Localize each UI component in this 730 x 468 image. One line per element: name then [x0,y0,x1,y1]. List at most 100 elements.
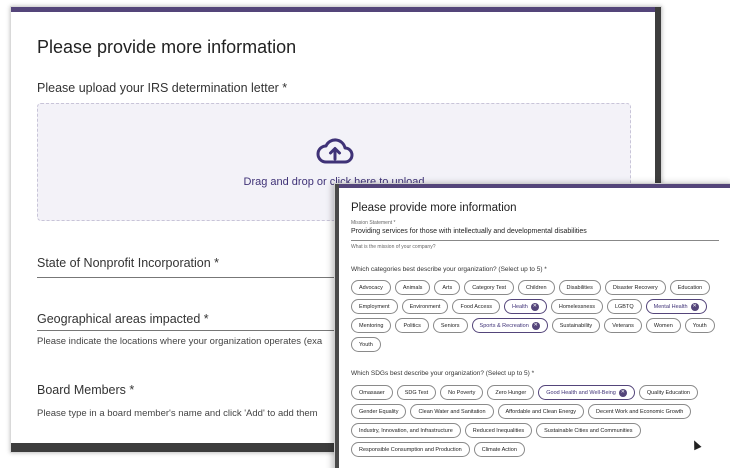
foreground-form-window: Please provide more information Mission … [334,183,730,468]
category-chip[interactable]: Environment [401,299,449,314]
category-chip[interactable]: Seniors [432,318,468,333]
category-chip[interactable]: Politics [395,318,429,333]
sdg-chip[interactable]: Quality Education [638,385,698,400]
category-chip[interactable]: Animals [394,280,431,295]
category-chip-label: Arts [442,284,453,291]
sdgs-question: Which SDGs best describe your organizati… [351,370,535,377]
category-chip-label: Category Test [472,284,507,291]
sdg-chip-label: Clean Water and Sanitation [418,408,486,415]
mission-statement-label: Mission Statement * [351,220,396,226]
category-chip-label: Veterans [612,322,634,329]
category-chip[interactable]: LGBTQ [606,299,642,314]
category-chip[interactable]: Category Test [464,280,515,295]
sdg-chip-label: Climate Action [481,446,517,453]
category-chip-label: Women [653,322,673,329]
sdg-chip-label: Good Health and Well-Being [546,389,616,396]
sdg-chip[interactable]: No Poverty [440,385,484,400]
categories-question: Which categories best describe your orga… [351,266,547,273]
sdg-chip[interactable]: Gender Equality [351,404,407,419]
close-icon[interactable]: ✕ [530,302,539,311]
window-left-frame [335,184,339,468]
sdg-chip[interactable]: SDG Test [396,385,437,400]
sdg-chip-label: Responsible Consumption and Production [359,446,462,453]
sdg-chip-label: Zero Hunger [495,389,527,396]
sdg-chip[interactable]: Omasaaer [351,385,393,400]
category-chip[interactable]: Disaster Recovery [604,280,666,295]
sdg-chip-label: No Poverty [448,389,476,396]
mission-statement-input[interactable]: Providing services for those with intell… [351,228,587,235]
category-chip-label: Environment [409,303,441,310]
category-chip[interactable]: Disabilities [558,280,601,295]
sdg-chip-label: Gender Equality [359,408,399,415]
close-icon[interactable]: ✕ [531,321,540,330]
sdg-chip[interactable]: Industry, Innovation, and Infrastructure [351,423,461,438]
sdg-chip[interactable]: Affordable and Clean Energy [497,404,585,419]
sdg-chip[interactable]: Responsible Consumption and Production [351,442,470,457]
category-chip-label: Disaster Recovery [612,284,658,291]
mission-statement-help: What is the mission of your company? [351,244,436,250]
category-chip-label: Employment [359,303,390,310]
sdg-chip-label: Quality Education [646,389,690,396]
category-chip[interactable]: Mentoring [351,318,392,333]
category-chip-label: Homelessness [558,303,595,310]
category-chip[interactable]: Sustainability [551,318,601,333]
close-icon[interactable]: ✕ [690,302,699,311]
sdg-chip-label: SDG Test [404,389,429,396]
category-chip-label: Sports & Recreation [479,322,529,329]
category-chip[interactable]: Mental Health ✕ [645,299,707,314]
close-icon[interactable]: ✕ [618,388,627,397]
sdg-chip-label: Industry, Innovation, and Infrastructure [359,427,453,434]
categories-chip-group: Advocacy Animals Arts Category Test Children… [351,280,723,352]
sdg-chip-label: Reduced Inequalities [472,427,525,434]
board-members-help: Please type in a board member's name and… [37,408,318,419]
state-incorporation-label: State of Nonprofit Incorporation * [37,256,220,270]
category-chip-label: Disabilities [566,284,593,291]
category-chip-label: Mental Health [653,303,688,310]
sdg-chip[interactable]: Sustainable Cities and Communities [536,423,641,438]
window-top-accent [11,7,661,12]
category-chip[interactable]: Children [518,280,555,295]
sdg-chip[interactable]: Reduced Inequalities [464,423,533,438]
irs-letter-label: Please upload your IRS determination let… [37,81,288,95]
category-chip[interactable]: Veterans [604,318,642,333]
category-chip[interactable]: Youth [351,337,381,352]
category-chip[interactable]: Advocacy [351,280,391,295]
sdg-chip[interactable]: Clean Water and Sanitation [410,404,494,419]
sdg-chip-label: Sustainable Cities and Communities [544,427,633,434]
category-chip-label: Children [526,284,547,291]
sdg-chip-label: Omasaaer [359,389,385,396]
category-chip[interactable]: Women [645,318,681,333]
category-chip-label: Food Access [460,303,492,310]
geographical-areas-help: Please indicate the locations where your… [37,336,323,347]
sdgs-chip-group: Omasaaer SDG Test No Poverty Zero Hunger Goo… [351,385,723,457]
category-chip[interactable]: Arts [434,280,461,295]
sdg-chip[interactable]: Good Health and Well-Being ✕ [538,385,635,400]
sdg-chip[interactable]: Decent Work and Economic Growth [588,404,692,419]
geographical-areas-label: Geographical areas impacted * [37,312,209,326]
category-chip-label: Seniors [440,322,460,329]
page-title: Please provide more information [351,202,517,214]
geographical-areas-field[interactable] [37,330,367,331]
category-chip-label: Animals [402,284,423,291]
state-incorporation-field[interactable] [37,277,367,278]
window-top-accent [335,184,730,188]
sdg-chip-label: Affordable and Clean Energy [505,408,577,415]
cloud-upload-icon [316,138,354,164]
page-title: Please provide more information [37,37,297,57]
category-chip[interactable]: Education [669,280,711,295]
sdg-chip[interactable]: Zero Hunger [487,385,535,400]
category-chip[interactable]: Health ✕ [503,299,547,314]
category-chip[interactable]: Food Access [452,299,500,314]
category-chip[interactable]: Employment [351,299,398,314]
category-chip-label: Youth [359,341,373,348]
sdg-chip[interactable]: Climate Action [473,442,525,457]
sdg-chip-label: Decent Work and Economic Growth [596,408,684,415]
category-chip-label: Mentoring [359,322,384,329]
category-chip-label: Sustainability [559,322,593,329]
category-chip-label: LGBTQ [614,303,634,310]
category-chip[interactable]: Homelessness [550,299,603,314]
board-members-label: Board Members * [37,383,135,397]
category-chip[interactable]: Youth [684,318,715,333]
category-chip-label: Politics [403,322,421,329]
category-chip[interactable]: Sports & Recreation ✕ [471,318,548,333]
